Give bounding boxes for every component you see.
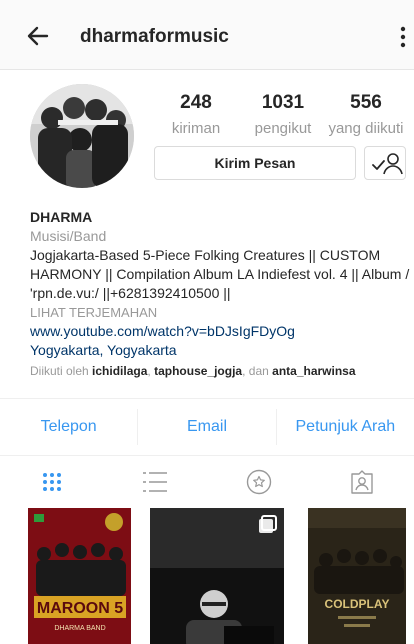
followed-by[interactable]: Diikuti oleh ichidilaga, taphouse_jogja,… xyxy=(30,362,414,381)
bio-line-3: 'rpn.de.vu:/ ||+6281392410500 || xyxy=(30,285,231,301)
website-link[interactable]: www.youtube.com/watch?v=bDJsIgFDyOg xyxy=(30,322,414,341)
stat-followers[interactable]: 1031 pengikut xyxy=(248,92,318,140)
vertical-dots-icon[interactable] xyxy=(398,26,408,48)
post-image: MAROON 5 DHARMA BAND xyxy=(28,508,131,644)
followed-by-conj: dan xyxy=(248,364,269,378)
stat-posts-label: kiriman xyxy=(171,120,221,137)
stat-posts-value: 248 xyxy=(180,92,212,113)
user-check-icon xyxy=(372,153,403,175)
see-translation-link[interactable]: LIHAT TERJEMAHAN xyxy=(30,303,414,322)
tab-grid[interactable] xyxy=(0,456,104,508)
stat-following-value: 556 xyxy=(350,92,382,113)
post-title-text: COLDPLAY xyxy=(325,597,390,611)
tagged-person-icon xyxy=(351,470,373,494)
send-message-button[interactable]: Kirim Pesan xyxy=(154,146,356,180)
list-icon xyxy=(143,472,168,492)
location-link[interactable]: Yogyakarta, Yogyakarta xyxy=(30,341,414,360)
bio-line-1: Jogjakarta-Based 5-Piece Folking Creatur… xyxy=(30,247,381,263)
post-subtitle-text: DHARMA BAND xyxy=(54,625,105,632)
top-bar: dharmaformusic xyxy=(0,0,414,70)
arrow-left-icon[interactable] xyxy=(26,24,50,48)
profile-tabs xyxy=(0,456,414,508)
post-image xyxy=(150,508,284,644)
stat-posts[interactable]: 248 kiriman xyxy=(166,92,226,140)
post-thumbnail[interactable]: MAROON 5 DHARMA BAND xyxy=(28,508,131,644)
followed-by-user-3[interactable]: anta_harwinsa xyxy=(272,364,355,378)
followed-by-user-2[interactable]: taphouse_jogja xyxy=(154,364,242,378)
post-image: COLDPLAY xyxy=(308,508,406,644)
stat-following-label: yang diikuti xyxy=(328,120,404,137)
stat-following[interactable]: 556 yang diikuti xyxy=(322,92,410,140)
stat-followers-label: pengikut xyxy=(254,120,312,137)
stat-followers-value: 1031 xyxy=(261,92,305,113)
contact-bar: Telepon Email Petunjuk Arah xyxy=(0,398,414,456)
profile-username: dharmaformusic xyxy=(80,26,229,47)
post-thumbnail[interactable] xyxy=(150,508,284,644)
followed-by-user-1[interactable]: ichidilaga xyxy=(92,364,147,378)
post-thumbnail[interactable]: COLDPLAY xyxy=(308,508,406,644)
avatar[interactable] xyxy=(30,84,134,188)
bio-line-2: HARMONY || Compilation Album LA Indiefes… xyxy=(30,266,410,282)
star-circle-icon xyxy=(246,469,271,495)
tab-list[interactable] xyxy=(104,456,208,508)
profile-bio: DHARMA Musisi/Band Jogjakarta-Based 5-Pi… xyxy=(30,208,414,381)
profile-category: Musisi/Band xyxy=(30,228,107,244)
profile-name: DHARMA xyxy=(30,209,93,225)
post-grid: MAROON 5 DHARMA BAND COLDPLAY xyxy=(0,508,414,644)
avatar-image xyxy=(30,84,134,188)
tab-featured[interactable] xyxy=(207,456,311,508)
tab-tagged[interactable] xyxy=(311,456,414,508)
post-title-text: MAROON 5 xyxy=(37,600,123,617)
following-button[interactable] xyxy=(364,146,406,180)
grid-icon xyxy=(42,473,61,491)
directions-button[interactable]: Petunjuk Arah xyxy=(277,399,414,455)
phone-button[interactable]: Telepon xyxy=(0,399,137,455)
email-button[interactable]: Email xyxy=(138,399,275,455)
followed-by-prefix: Diikuti oleh xyxy=(30,364,89,378)
